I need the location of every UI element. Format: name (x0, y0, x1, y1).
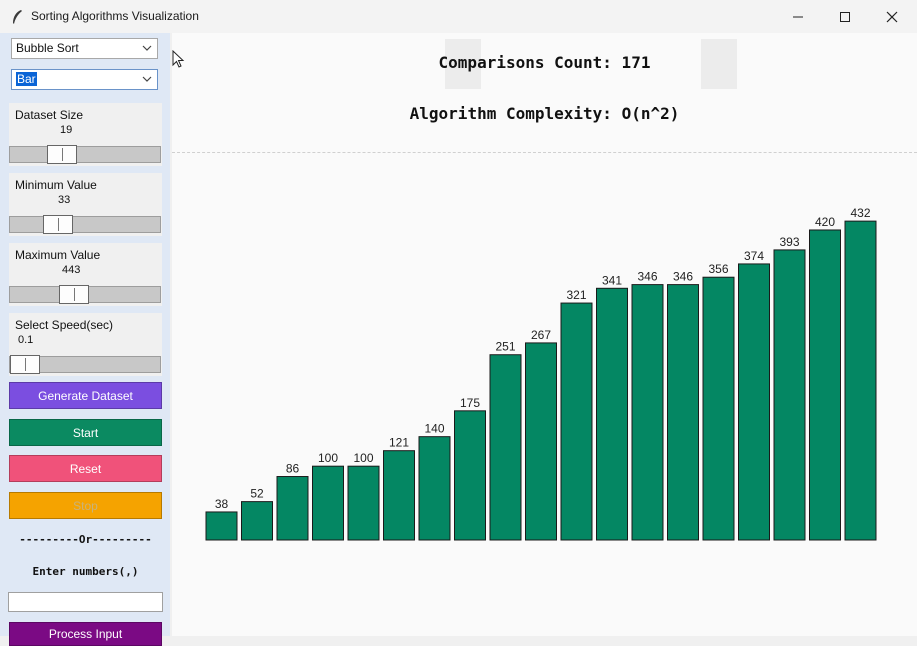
chart-type-select[interactable]: Bar (11, 69, 158, 90)
bar-8 (489, 354, 522, 541)
bar-label-7: 175 (460, 396, 480, 410)
bar-label-11: 341 (602, 273, 622, 287)
generate-dataset-button[interactable]: Generate Dataset (9, 382, 162, 409)
min-value-control: Minimum Value 33 (9, 173, 162, 236)
bar-14 (702, 276, 735, 541)
dataset-size-label: Dataset Size (15, 108, 84, 122)
maximize-icon (840, 11, 850, 22)
close-icon (886, 11, 898, 22)
algorithm-select[interactable]: Bubble Sort (11, 38, 158, 59)
slider-handle[interactable] (10, 355, 40, 374)
or-divider: ---------Or--------- (19, 533, 152, 546)
mouse-cursor-icon (172, 50, 185, 68)
slider-handle[interactable] (46, 145, 77, 164)
slider-handle[interactable] (58, 285, 89, 304)
stop-button[interactable]: Stop (9, 492, 162, 519)
dataset-size-value: 19 (60, 124, 73, 136)
slider-handle[interactable] (42, 215, 73, 234)
chart-type-select-value: Bar (16, 72, 37, 86)
bar-label-5: 121 (389, 436, 409, 450)
min-value-slider[interactable] (9, 215, 161, 234)
bar-6 (418, 436, 451, 541)
algorithm-select-value: Bubble Sort (16, 41, 79, 55)
bar-label-10: 321 (566, 288, 586, 302)
max-value-value: 443 (62, 264, 81, 276)
process-input-button[interactable]: Process Input (9, 622, 162, 646)
bar-label-9: 267 (531, 328, 551, 342)
bar-13 (667, 284, 699, 541)
speed-label: Select Speed(sec) (15, 318, 114, 332)
speed-control: Select Speed(sec) 0.1 (9, 313, 162, 376)
control-sidebar: Bubble Sort Bar Dataset Size 19 Minimum … (0, 33, 170, 646)
bar-0 (205, 511, 238, 541)
bar-11 (596, 287, 628, 541)
bar-label-2: 86 (286, 462, 300, 476)
chevron-down-icon (142, 76, 152, 82)
bar-label-3: 100 (318, 451, 338, 465)
minimize-button[interactable] (775, 0, 821, 33)
minimize-icon (793, 16, 803, 17)
max-value-label: Maximum Value (15, 248, 101, 262)
algorithm-complexity: Algorithm Complexity: O(n^2) (409, 104, 680, 123)
bar-label-6: 140 (424, 422, 444, 436)
window-title: Sorting Algorithms Visualization (31, 9, 199, 23)
bar-label-12: 346 (637, 270, 657, 284)
bar-9 (525, 342, 557, 541)
bar-12 (631, 284, 664, 541)
max-value-slider[interactable] (9, 285, 161, 304)
bar-chart: 38 52 86 100 100 121 140 175 251 267 321 341 346 346 3… (205, 206, 877, 541)
close-button[interactable] (869, 0, 915, 33)
visualization-panel: Comparisons Count: 171 Algorithm Complex… (172, 33, 917, 636)
bar-2 (276, 476, 309, 541)
bar-label-1: 52 (250, 487, 264, 501)
bar-5 (383, 450, 415, 541)
feather-icon (13, 10, 22, 24)
bar-label-16: 393 (779, 235, 799, 249)
bar-18 (844, 220, 877, 541)
bar-label-18: 432 (850, 206, 870, 220)
title-bar: Sorting Algorithms Visualization (0, 0, 917, 33)
bar-label-13: 346 (673, 270, 693, 284)
app-window: Sorting Algorithms Visualization Bubble … (0, 0, 917, 646)
bar-label-14: 356 (708, 262, 728, 276)
bar-label-8: 251 (495, 340, 515, 354)
comparisons-count: Comparisons Count: 171 (438, 53, 651, 72)
maximize-button[interactable] (822, 0, 868, 33)
bar-15 (738, 263, 770, 541)
min-value-value: 33 (58, 194, 71, 206)
dataset-size-slider[interactable] (9, 145, 161, 164)
bar-7 (454, 410, 486, 541)
bar-10 (560, 302, 593, 541)
speed-slider[interactable] (9, 355, 161, 374)
bar-label-17: 420 (815, 215, 835, 229)
bar-label-15: 374 (744, 249, 764, 263)
enter-numbers-label: Enter numbers(,) (32, 565, 139, 578)
chevron-down-icon (142, 45, 152, 51)
dataset-size-control: Dataset Size 19 (9, 103, 162, 166)
bar-1 (241, 501, 273, 541)
bar-3 (312, 465, 344, 541)
bar-label-0: 38 (215, 497, 229, 511)
bar-16 (773, 249, 806, 541)
bar-label-4: 100 (353, 451, 373, 465)
numbers-input[interactable] (8, 592, 163, 612)
min-value-label: Minimum Value (15, 178, 97, 192)
bar-17 (809, 229, 841, 541)
reset-button[interactable]: Reset (9, 455, 162, 482)
bar-4 (347, 465, 380, 541)
max-value-control: Maximum Value 443 (9, 243, 162, 306)
start-button[interactable]: Start (9, 419, 162, 446)
speed-value: 0.1 (18, 334, 34, 346)
